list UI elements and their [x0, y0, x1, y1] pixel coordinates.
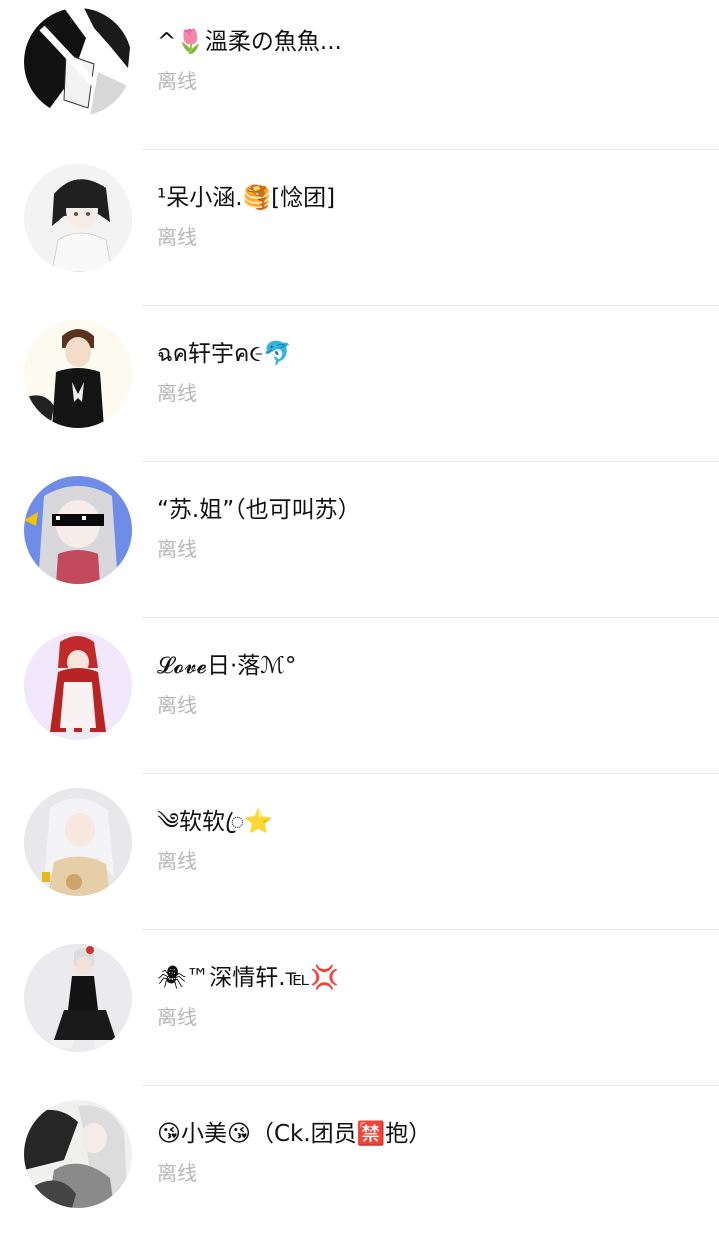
contact-name: 🕷™深情轩.℡💢 [157, 965, 339, 991]
contact-status: 离线 [157, 381, 197, 405]
avatar-anime-girl-pixel-glasses-image [24, 476, 132, 584]
contact-status: 离线 [157, 537, 197, 561]
avatar-anime-girl-dark-hair-image [24, 164, 132, 272]
contact-row[interactable]: ฉค轩宇ค૯🐬 离线 [0, 306, 719, 462]
avatar-anime-girl-red-hood-image [24, 632, 132, 740]
avatar-anime-boy-black-shirt-image [24, 320, 132, 428]
contact-avatar[interactable] [24, 944, 132, 1052]
contact-status: 离线 [157, 849, 197, 873]
contact-avatar[interactable] [24, 476, 132, 584]
contact-avatar[interactable] [24, 788, 132, 896]
contact-list: ^🌷溫柔の魚魚... 离线 ¹呆小涵.🥞[惗团] 离线 ฉค轩宇ค૯🐬 离线 “… [0, 0, 719, 1242]
contact-avatar[interactable] [24, 164, 132, 272]
avatar-anime-girl-silver-hair-image [24, 788, 132, 896]
contact-row[interactable]: ¹呆小涵.🥞[惗团] 离线 [0, 150, 719, 306]
contact-name: 𝓛𝓸𝓿𝓮日·落ℳ° [157, 653, 297, 679]
contact-row[interactable]: 🕷™深情轩.℡💢 离线 [0, 930, 719, 1086]
contact-avatar[interactable] [24, 632, 132, 740]
contact-row[interactable]: ^🌷溫柔の魚魚... 离线 [0, 0, 719, 150]
contact-avatar[interactable] [24, 8, 132, 116]
contact-row[interactable]: 𝓛𝓸𝓿𝓮日·落ℳ° 离线 [0, 618, 719, 774]
contact-avatar[interactable] [24, 320, 132, 428]
avatar-black-white-sketch-image [24, 8, 132, 116]
contact-row[interactable]: 😘小美😘（Ck.团员🈲抱） 离线 [0, 1086, 719, 1242]
avatar-anime-figure-black-outfit-image [24, 944, 132, 1052]
contact-name: ฉค轩宇ค૯🐬 [157, 341, 292, 367]
contact-status: 离线 [157, 225, 197, 249]
contact-status: 离线 [157, 1005, 197, 1029]
contact-name: ༄软软ꦿ⭐ [157, 809, 273, 835]
contact-name: 😘小美😘（Ck.团员🈲抱） [157, 1121, 432, 1147]
contact-name: ^🌷溫柔の魚魚... [157, 29, 342, 55]
contact-row[interactable]: ༄软软ꦿ⭐ 离线 [0, 774, 719, 930]
contact-status: 离线 [157, 69, 197, 93]
contact-avatar[interactable] [24, 1100, 132, 1208]
contact-status: 离线 [157, 1161, 197, 1185]
contact-row[interactable]: “苏.姐”（也可叫苏） 离线 [0, 462, 719, 618]
contact-name: “苏.姐”（也可叫苏） [157, 497, 361, 523]
contact-status: 离线 [157, 693, 197, 717]
contact-name: ¹呆小涵.🥞[惗团] [157, 185, 336, 211]
avatar-anime-girl-monochrome-image [24, 1100, 132, 1208]
